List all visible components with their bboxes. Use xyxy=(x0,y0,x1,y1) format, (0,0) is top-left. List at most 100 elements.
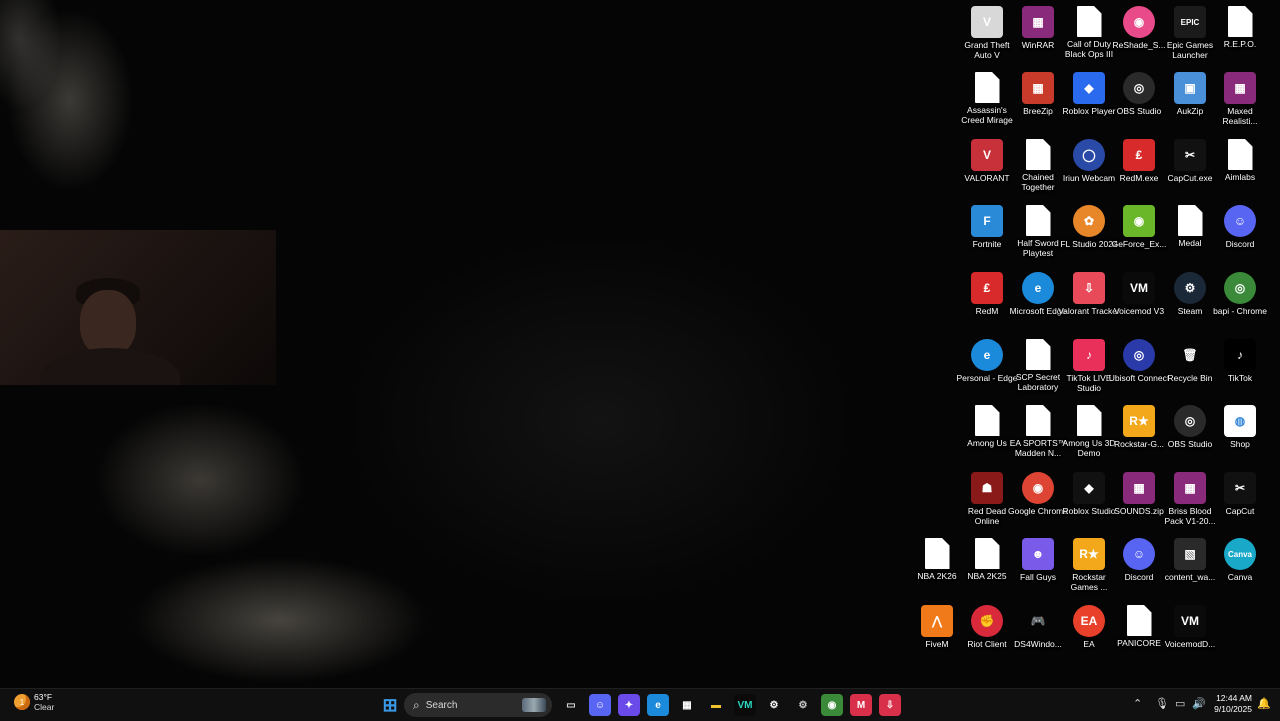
microsoft-store-icon[interactable]: ▦ xyxy=(676,694,698,716)
tiktok-live-icon: ♪ xyxy=(1073,339,1105,371)
valorant-icon: V xyxy=(971,139,1003,171)
weather-condition: Clear xyxy=(34,702,55,712)
discord-icon: ☺ xyxy=(1224,205,1256,237)
voicemod-icon: VM xyxy=(1123,272,1155,304)
desktop-shortcut[interactable]: ◍ Shop xyxy=(1209,405,1271,469)
start-button[interactable]: ⊞ xyxy=(379,694,401,716)
archive-icon: ▦ xyxy=(1123,472,1155,504)
voicemod-icon: VM xyxy=(1174,605,1206,637)
ds4windows-icon: 🎮 xyxy=(1030,614,1046,628)
reshade-icon: ◉ xyxy=(1123,6,1155,38)
task-view-icon[interactable]: ▭ xyxy=(560,694,582,716)
weather-icon: 1 xyxy=(14,694,30,710)
weather-widget[interactable]: 1 63°F Clear xyxy=(14,692,54,712)
file-icon xyxy=(924,538,950,569)
archive-icon: ▦ xyxy=(1224,72,1256,104)
weather-temperature: 63°F xyxy=(34,692,53,702)
ubisoft-icon: ◎ xyxy=(1123,339,1155,371)
clock-date: 9/10/2025 xyxy=(1214,704,1252,714)
fall-guys-icon: ☻ xyxy=(1022,538,1054,570)
clock-time: 12:44 AM xyxy=(1216,693,1252,703)
desktop-shortcut-label: VoicemodD... xyxy=(1164,639,1216,649)
search-highlight-image xyxy=(522,698,546,712)
desktop-shortcut[interactable]: ☺ Discord xyxy=(1209,205,1271,269)
image-file-icon: ▧ xyxy=(1174,538,1206,570)
desktop-shortcut[interactable]: ♪ TikTok xyxy=(1209,339,1271,403)
file-icon xyxy=(1025,205,1051,236)
desktop-shortcut-label: Maxed Realisti... xyxy=(1222,106,1258,126)
notification-bell-icon[interactable]: 🔔 xyxy=(1257,697,1271,710)
file-icon xyxy=(1126,605,1152,636)
desktop-shortcut[interactable]: ◎ bapi - Chrome xyxy=(1209,272,1271,336)
desktop-shortcut-label: CapCut xyxy=(1225,506,1255,516)
desktop-shortcut[interactable]: R.E.P.O. xyxy=(1209,6,1271,70)
file-icon xyxy=(1177,205,1203,236)
iriun-icon: ◯ xyxy=(1073,139,1105,171)
roblox-studio-icon: ◆ xyxy=(1073,472,1105,504)
obs-icon: ◎ xyxy=(1123,72,1155,104)
canva-icon: Canva xyxy=(1224,538,1256,570)
file-icon xyxy=(1025,139,1051,170)
desktop-shortcut[interactable]: VM VoicemodD... xyxy=(1159,605,1221,669)
fl-studio-icon: ✿ xyxy=(1073,205,1105,237)
riot-client-icon: ✊ xyxy=(971,605,1003,637)
webcam-overlay xyxy=(0,230,276,385)
file-icon xyxy=(1025,339,1051,370)
epic-games-icon: EPIC xyxy=(1174,6,1206,38)
show-hidden-icons-chevron-icon[interactable]: ⌃ xyxy=(1133,697,1142,710)
desktop-shortcut[interactable]: ✂ CapCut xyxy=(1209,472,1271,536)
desktop-shortcut[interactable]: Aimlabs xyxy=(1209,139,1271,203)
desktop-shortcut-label: TikTok xyxy=(1227,373,1253,383)
chrome-taskbar-icon[interactable]: ◉ xyxy=(821,694,843,716)
file-icon xyxy=(1076,6,1102,37)
roblox-icon: ◆ xyxy=(1073,72,1105,104)
edge-icon: e xyxy=(971,339,1003,371)
desktop-shortcut-label: Discord xyxy=(1225,239,1255,249)
search-label: Search xyxy=(425,699,458,711)
microphone-icon[interactable]: 🎙 xyxy=(1155,697,1169,710)
capcut-icon: ✂ xyxy=(1224,472,1256,504)
search-icon: ⌕ xyxy=(413,697,420,712)
taskbar-search-box[interactable]: ⌕ Search xyxy=(404,693,552,717)
file-explorer-icon[interactable]: ▬ xyxy=(705,694,727,716)
red-dead-online-icon: ☗ xyxy=(971,472,1003,504)
taskbar-clock[interactable]: 12:44 AM 9/10/2025 xyxy=(1206,693,1252,715)
ea-icon: EA xyxy=(1073,605,1105,637)
shop-icon: ◍ xyxy=(1224,405,1256,437)
chrome-icon: ◉ xyxy=(1022,472,1054,504)
breezip-icon: ▦ xyxy=(1022,72,1054,104)
archive-icon: ▦ xyxy=(1174,472,1206,504)
desktop-shortcut-label: bapi - Chrome xyxy=(1213,306,1267,316)
steam-icon: ⚙ xyxy=(1174,272,1206,304)
file-icon xyxy=(1076,405,1102,436)
file-icon xyxy=(974,538,1000,569)
file-icon xyxy=(1025,405,1051,436)
capcut-icon: ✂ xyxy=(1174,139,1206,171)
webcam-person-face xyxy=(80,290,136,356)
redm-icon: ₤ xyxy=(971,272,1003,304)
voicemod-taskbar-icon[interactable]: VM xyxy=(734,694,756,716)
settings-icon[interactable]: ⚙ xyxy=(792,694,814,716)
edge-taskbar-icon[interactable]: e xyxy=(647,694,669,716)
volume-icon[interactable]: 🔊 xyxy=(1192,697,1206,710)
file-icon xyxy=(974,72,1000,103)
file-icon xyxy=(1227,139,1253,170)
discord-icon: ☺ xyxy=(1123,538,1155,570)
copilot-icon[interactable]: ✦ xyxy=(618,694,640,716)
steam-taskbar-icon[interactable]: ⚙ xyxy=(763,694,785,716)
tiktok-icon: ♪ xyxy=(1224,339,1256,371)
file-icon xyxy=(1227,6,1253,37)
fivem-icon: ⋀ xyxy=(921,605,953,637)
valorant-tracker-taskbar-icon[interactable]: ⇩ xyxy=(879,694,901,716)
desktop-shortcut-label: Aimlabs xyxy=(1224,172,1256,182)
rockstar-icon: R★ xyxy=(1123,405,1155,437)
valorant-tracker-icon: ⇩ xyxy=(1073,272,1105,304)
desktop-shortcut[interactable]: Canva Canva xyxy=(1209,538,1271,602)
network-icon[interactable]: ▭ xyxy=(1175,697,1185,710)
desktop-shortcut[interactable]: ▦ Maxed Realisti... xyxy=(1209,72,1271,136)
redm-icon: ₤ xyxy=(1123,139,1155,171)
desktop-shortcut-label: Shop xyxy=(1230,439,1250,449)
discord-taskbar-icon[interactable]: ☺ xyxy=(589,694,611,716)
geforce-icon: ◉ xyxy=(1123,205,1155,237)
app-red-icon[interactable]: M xyxy=(850,694,872,716)
